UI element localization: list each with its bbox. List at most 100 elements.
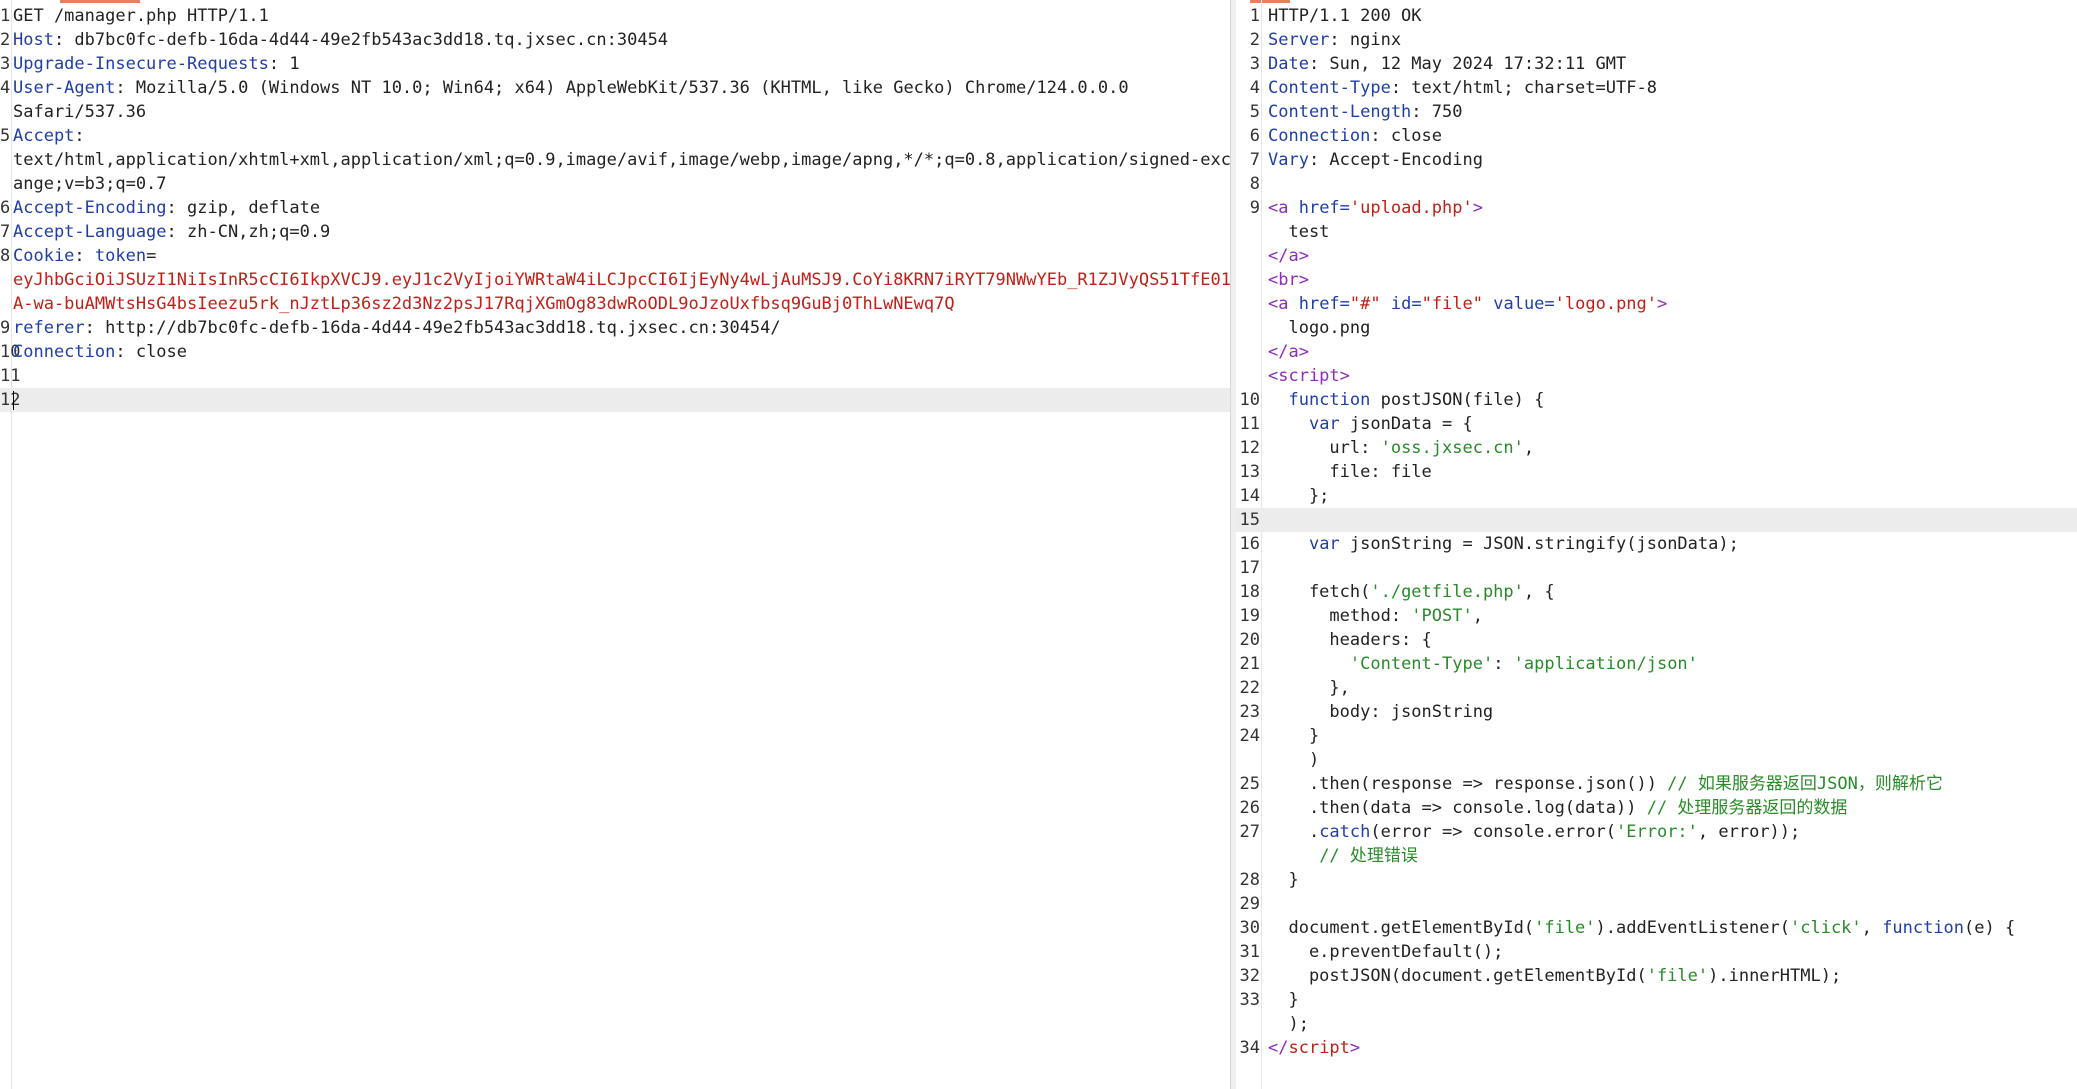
- line-code: file: file: [1268, 462, 1432, 482]
- line-number: 8: [0, 246, 11, 266]
- response-line: 22 },: [1236, 676, 2077, 700]
- response-line: 33 }: [1236, 988, 2077, 1012]
- request-line[interactable]: 3 Upgrade-Insecure-Requests: 1: [0, 52, 1230, 76]
- request-line[interactable]: 10 Connection: close: [0, 340, 1230, 364]
- response-line: 10 function postJSON(file) {: [1236, 388, 2077, 412]
- line-code: Safari/537.36: [13, 102, 147, 122]
- line-number: 9: [0, 318, 11, 338]
- line-code: text/html,application/xhtml+xml,applicat…: [13, 150, 1230, 170]
- response-line: 24 }: [1236, 724, 2077, 748]
- line-number: 28: [1239, 870, 1260, 890]
- response-line: ): [1236, 748, 2077, 772]
- response-line: 32 postJSON(document.getElementById('fil…: [1236, 964, 2077, 988]
- line-code: A-wa-buAMWtsHsG4bsIeezu5rk_nJztLp36sz2d3…: [13, 294, 955, 314]
- line-number: 22: [1239, 678, 1260, 698]
- line-code: .then(data => console.log(data)) // 处理服务…: [1268, 798, 1848, 818]
- request-line[interactable]: eyJhbGciOiJSUzI1NiIsInR5cCI6IkpXVCJ9.eyJ…: [0, 268, 1230, 292]
- line-code: );: [1268, 1014, 1309, 1034]
- response-line: 27 .catch(error => console.error('Error:…: [1236, 820, 2077, 844]
- request-line[interactable]: 12: [0, 388, 1230, 412]
- line-number: 2: [0, 30, 11, 50]
- request-line[interactable]: ange;v=b3;q=0.7: [0, 172, 1230, 196]
- line-number: 1: [1249, 6, 1260, 26]
- line-code: method: 'POST',: [1268, 606, 1483, 626]
- line-code: e.preventDefault();: [1268, 942, 1504, 962]
- response-line: 29: [1236, 892, 2077, 916]
- response-line: 23 body: jsonString: [1236, 700, 2077, 724]
- line-code: function postJSON(file) {: [1288, 390, 1545, 410]
- line-code: Connection: close: [1268, 126, 1443, 146]
- request-line[interactable]: 8 Cookie: token=: [0, 244, 1230, 268]
- line-number: 5: [1249, 102, 1260, 122]
- line-code: }: [1268, 726, 1320, 746]
- response-line: <script>: [1236, 364, 2077, 388]
- request-line[interactable]: Safari/537.36: [0, 100, 1230, 124]
- line-code: var jsonString = JSON.stringify(jsonData…: [1308, 534, 1739, 554]
- line-number: 18: [1239, 582, 1260, 602]
- line-code: Vary: Accept-Encoding: [1268, 150, 1483, 170]
- line-code: Accept-Encoding: gzip, deflate: [13, 198, 321, 218]
- response-line: 13 file: file: [1236, 460, 2077, 484]
- line-code: <br>: [1268, 270, 1309, 290]
- request-line[interactable]: 7 Accept-Language: zh-CN,zh;q=0.9: [0, 220, 1230, 244]
- line-code: Upgrade-Insecure-Requests: 1: [13, 54, 300, 74]
- line-code: 'Content-Type': 'application/json': [1349, 654, 1698, 674]
- line-code: GET /manager.php HTTP/1.1: [13, 6, 269, 26]
- line-number: 32: [1239, 966, 1260, 986]
- response-line: 4 Content-Type: text/html; charset=UTF-8: [1236, 76, 2077, 100]
- line-number: 2: [1249, 30, 1260, 50]
- request-line[interactable]: 6 Accept-Encoding: gzip, deflate: [0, 196, 1230, 220]
- request-line[interactable]: 11: [0, 364, 1230, 388]
- response-line: 30 document.getElementById('file').addEv…: [1236, 916, 2077, 940]
- response-line: 17: [1236, 556, 2077, 580]
- line-code: Cookie: token=: [13, 246, 157, 266]
- line-number: 1: [0, 6, 11, 26]
- line-number: 15: [1239, 510, 1260, 530]
- response-line: </a>: [1236, 340, 2077, 364]
- response-line: // 处理错误: [1236, 844, 2077, 868]
- request-line[interactable]: 2 Host: db7bc0fc-defb-16da-4d44-49e2fb543…: [0, 28, 1230, 52]
- line-code: fetch('./getfile.php', {: [1268, 582, 1555, 602]
- request-line[interactable]: A-wa-buAMWtsHsG4bsIeezu5rk_nJztLp36sz2d3…: [0, 292, 1230, 316]
- line-code: User-Agent: Mozilla/5.0 (Windows NT 10.0…: [13, 78, 1129, 98]
- line-number: 3: [0, 54, 11, 74]
- line-number: 12: [0, 390, 21, 410]
- line-code: document.getElementById('file').addEvent…: [1268, 918, 2016, 938]
- response-viewer-pane[interactable]: 1 HTTP/1.1 200 OK 2 Server: nginx 3 Date: Sun…: [1236, 0, 2077, 1089]
- request-editor-pane[interactable]: 1 GET /manager.php HTTP/1.1 2 Host: db7bc0f…: [0, 0, 1230, 1089]
- request-line[interactable]: text/html,application/xhtml+xml,applicat…: [0, 148, 1230, 172]
- line-code: }: [1268, 870, 1299, 890]
- request-tab-indicator: [60, 0, 140, 3]
- line-code: .then(response => response.json()) // 如果…: [1268, 774, 1943, 794]
- line-code: url: 'oss.jxsec.cn',: [1268, 438, 1535, 458]
- response-line: 5 Content-Length: 750: [1236, 100, 2077, 124]
- line-number: 29: [1239, 894, 1260, 914]
- line-code: </a>: [1268, 246, 1309, 266]
- request-line[interactable]: 5 Accept:: [0, 124, 1230, 148]
- line-code: HTTP/1.1 200 OK: [1268, 6, 1422, 26]
- line-number: 27: [1239, 822, 1260, 842]
- request-line[interactable]: 1 GET /manager.php HTTP/1.1: [0, 4, 1230, 28]
- line-number: 9: [1249, 198, 1260, 218]
- response-line: test: [1236, 220, 2077, 244]
- line-code: <a href='upload.php'>: [1268, 198, 1483, 218]
- response-line: 8: [1236, 172, 2077, 196]
- line-number: 20: [1239, 630, 1260, 650]
- request-line[interactable]: 9 referer: http://db7bc0fc-defb-16da-4d44…: [0, 316, 1230, 340]
- line-code: headers: {: [1268, 630, 1432, 650]
- line-number: 11: [1239, 414, 1260, 434]
- response-line: 16 var jsonString = JSON.stringify(jsonD…: [1236, 532, 2077, 556]
- line-code: Content-Length: 750: [1268, 102, 1463, 122]
- response-line: 31 e.preventDefault();: [1236, 940, 2077, 964]
- response-line: 28 }: [1236, 868, 2077, 892]
- line-code: </a>: [1268, 342, 1309, 362]
- line-code: test: [1268, 222, 1330, 242]
- request-line[interactable]: 4 User-Agent: Mozilla/5.0 (Windows NT 10.…: [0, 76, 1230, 100]
- line-number: 33: [1239, 990, 1260, 1010]
- line-number: 10: [0, 342, 21, 362]
- line-code: referer: http://db7bc0fc-defb-16da-4d44-…: [13, 318, 781, 338]
- line-number: 17: [1239, 558, 1260, 578]
- line-number: 13: [1239, 462, 1260, 482]
- line-number: 19: [1239, 606, 1260, 626]
- response-line: 1 HTTP/1.1 200 OK: [1236, 4, 2077, 28]
